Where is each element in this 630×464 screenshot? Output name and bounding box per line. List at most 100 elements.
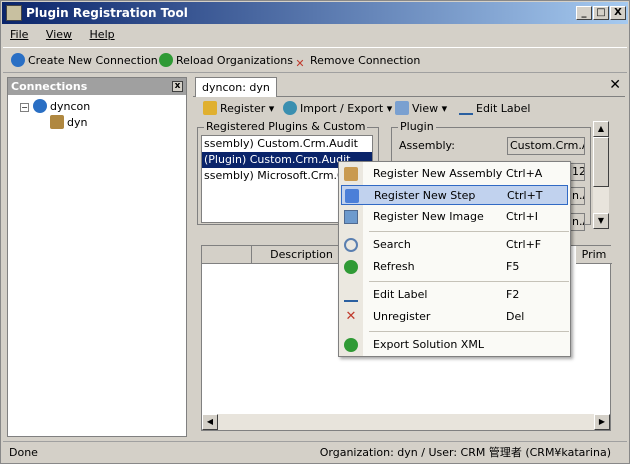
plugin-scrollbar[interactable]: ▲ ▼ [593,121,609,229]
register-label: Register [220,102,266,115]
main-toolbar: Create New Connection Reload Organizatio… [3,47,627,73]
menu-separator [369,231,569,232]
menu-bar: File View Help [3,25,627,45]
globe-icon [11,53,25,67]
grid-hscrollbar[interactable]: ◀ ▶ [202,414,610,430]
menu-item-label: Unregister [373,310,431,323]
registered-plugins-title: Registered Plugins & Custom [204,120,368,133]
import-export-icon [283,101,297,115]
register-dropdown[interactable]: Register ▾ [203,100,274,118]
refresh-icon [159,53,173,67]
menu-item-label: Search [373,238,411,251]
menu-edit-label[interactable]: Edit Label F2 [341,285,568,305]
lightning-icon [345,189,359,203]
menu-separator [369,331,569,332]
menu-help[interactable]: Help [83,25,122,44]
view-label: View [412,102,439,115]
scroll-up-icon[interactable]: ▲ [593,121,609,137]
status-bar: Done Organization: dyn / User: CRM 管理者 (… [3,441,627,463]
menu-item-shortcut: Ctrl+T [507,189,543,202]
import-export-dropdown[interactable]: Import / Export ▾ [283,100,392,118]
menu-register-new-step[interactable]: Register New Step Ctrl+T [341,185,568,205]
users-icon [50,115,64,129]
menu-item-label: Register New Assembly [373,167,503,180]
context-menu: Register New Assembly Ctrl+A Register Ne… [338,161,571,357]
edit-label-button[interactable]: Edit Label [459,100,530,118]
window-title: Plugin Registration Tool [26,6,188,20]
create-connection-button[interactable]: Create New Connection [11,52,158,70]
import-export-label: Import / Export [300,102,384,115]
status-text: Done [9,446,38,459]
register-icon [203,101,217,115]
grid-header-prim[interactable]: Prim [576,246,612,264]
assembly-label: Assembly: [399,139,455,152]
connections-panel: Connections x − dyncon dyn [7,77,187,437]
tab-strip: dyncon: dyn ✕ [193,77,625,97]
tree-node-dyncon[interactable]: − dyncon [20,99,90,115]
close-panel-icon[interactable]: x [172,81,183,92]
menu-item-shortcut: Ctrl+I [506,210,539,223]
edit-label-label: Edit Label [476,102,531,115]
reload-organizations-label: Reload Organizations [176,54,293,67]
menu-item-label: Edit Label [373,288,428,301]
collapse-icon[interactable]: − [20,103,29,112]
view-dropdown[interactable]: View ▾ [395,100,447,118]
menu-separator [369,281,569,282]
menu-register-new-assembly[interactable]: Register New Assembly Ctrl+A [341,164,568,184]
delete-icon: ✕ [345,309,357,324]
menu-item-label: Refresh [373,260,415,273]
tree-node-label: dyncon [50,100,91,113]
scroll-left-icon[interactable]: ◀ [202,414,218,430]
close-tab-icon[interactable]: ✕ [609,77,621,93]
remove-connection-button[interactable]: ✕ Remove Connection [293,52,420,70]
tree-node-dyn[interactable]: dyn [50,115,87,131]
menu-export-solution-xml[interactable]: Export Solution XML [341,335,568,355]
menu-unregister[interactable]: ✕ Unregister Del [341,307,568,327]
package-icon [344,167,358,181]
menu-refresh[interactable]: Refresh F5 [341,257,568,277]
menu-view[interactable]: View [39,25,79,44]
menu-item-shortcut: F5 [506,260,520,273]
maximize-button[interactable]: □ [593,6,609,20]
plugin-field-3[interactable]: n.A [569,187,585,205]
image-icon [344,210,358,224]
search-icon [344,238,358,252]
refresh-icon [344,260,358,274]
delete-icon: ✕ [295,57,305,70]
tree-node-label: dyn [67,116,88,129]
scroll-right-icon[interactable]: ▶ [594,414,610,430]
edit-label-icon [344,288,358,302]
close-button[interactable]: X [610,6,626,20]
plugin-field-2[interactable]: 12 [569,163,585,181]
connections-title: Connections [11,80,88,93]
connections-header: Connections x [8,78,186,95]
list-item[interactable]: ssembly) Custom.Crm.Audit [202,136,372,152]
menu-item-shortcut: Ctrl+F [506,238,542,251]
main-window: Plugin Registration Tool _ □ X File View… [0,0,630,464]
assembly-field[interactable]: Custom.Crm.A [507,137,585,155]
menu-file[interactable]: File [3,25,35,44]
plugin-field-4[interactable]: n.A [569,213,585,231]
plugin-group-title: Plugin [398,120,436,133]
title-bar: Plugin Registration Tool _ □ X [2,2,628,24]
edit-label-icon [459,101,473,115]
grid-header-blank [202,246,252,264]
menu-item-label: Export Solution XML [373,338,484,351]
tab-dyncon-dyn[interactable]: dyncon: dyn [195,77,277,97]
remove-connection-label: Remove Connection [310,54,421,67]
menu-register-new-image[interactable]: Register New Image Ctrl+I [341,207,568,227]
menu-search[interactable]: Search Ctrl+F [341,235,568,255]
menu-item-label: Register New Image [373,210,484,223]
reload-organizations-button[interactable]: Reload Organizations [159,52,293,70]
menu-item-shortcut: F2 [506,288,520,301]
grid-header-description[interactable]: Description [252,246,352,264]
menu-item-label: Register New Step [374,189,476,202]
status-organization: Organization: dyn / User: CRM 管理者 (CRM¥k… [319,446,611,459]
app-icon [6,5,22,21]
minimize-button[interactable]: _ [576,6,592,20]
menu-item-shortcut: Ctrl+A [506,167,543,180]
scroll-down-icon[interactable]: ▼ [593,213,609,229]
create-connection-label: Create New Connection [28,54,158,67]
scroll-thumb[interactable] [593,137,609,187]
sub-toolbar: Register ▾ Import / Export ▾ View ▾ Edit… [193,98,625,120]
